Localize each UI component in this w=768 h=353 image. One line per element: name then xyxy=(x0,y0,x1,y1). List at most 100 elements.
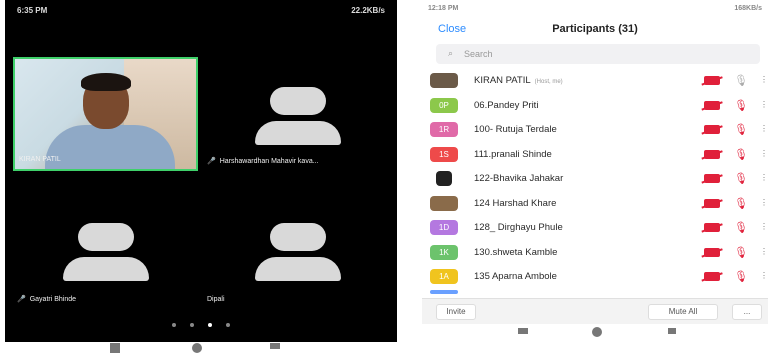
mic-muted-icon: 🎙 xyxy=(734,148,748,161)
more-icon[interactable]: ⋮ xyxy=(760,173,768,182)
back-icon[interactable] xyxy=(668,328,676,334)
participant-name: 135 Aparna Ambole xyxy=(474,271,557,282)
participant-avatar: 0P xyxy=(430,97,458,113)
android-nav-bar xyxy=(422,325,768,339)
status-bar: 6:35 PM 22.2KB/s xyxy=(5,0,397,20)
status-time: 12:18 PM xyxy=(428,5,459,12)
participant-row[interactable]: 1A 135 Aparna Ambole 🎙 ⋮ xyxy=(422,264,768,289)
more-icon[interactable]: ⋮ xyxy=(760,271,768,280)
participants-header: Participants (31) Close xyxy=(422,18,768,42)
participant-name: 130.shweta Kamble xyxy=(474,246,558,258)
home-icon[interactable] xyxy=(192,343,202,353)
participant-name: 128_ Dirghayu Phule xyxy=(474,222,563,233)
participant-avatar: 1A xyxy=(430,269,458,284)
search-input[interactable]: ⌕ Search xyxy=(436,44,760,64)
mute-all-button[interactable]: Mute All xyxy=(648,304,718,320)
page-dot-active[interactable] xyxy=(208,323,212,327)
participant-avatar: 1D xyxy=(430,220,458,235)
more-icon[interactable]: ⋮ xyxy=(760,198,768,207)
participant-row[interactable]: 1K 130.shweta Kamble 🎙 ⋮ xyxy=(422,240,768,265)
recents-icon[interactable] xyxy=(110,343,120,353)
page-indicator[interactable] xyxy=(5,314,397,332)
participant-row[interactable]: 1R 100- Rutuja Terdale 🎙 ⋮ xyxy=(422,117,768,142)
video-tile-harshawardhan[interactable]: 🎤 Harshawardhan Mahavir kava... xyxy=(203,57,393,171)
home-icon[interactable] xyxy=(592,327,602,337)
mic-muted-icon: 🎙 xyxy=(734,124,748,136)
participant-name: 122-Bhavika Jahakar xyxy=(474,173,564,184)
android-nav-bar xyxy=(110,343,310,353)
more-icon[interactable]: ⋮ xyxy=(760,100,768,109)
participants-screen: 12:18 PM 168KB/s Participants (31) Close… xyxy=(422,0,768,353)
more-icon[interactable]: ⋮ xyxy=(760,75,768,84)
participant-row[interactable]: 0P 06.Pandey Priti 🎙 ⋮ xyxy=(422,93,768,118)
mic-muted-icon: 🎙 xyxy=(734,271,748,283)
more-icon[interactable]: ⋮ xyxy=(760,149,768,158)
mic-muted-icon: 🎙 xyxy=(734,173,748,185)
page-dot[interactable] xyxy=(226,323,230,327)
search-placeholder: Search xyxy=(464,49,493,59)
participant-avatar xyxy=(430,73,458,88)
avatar-placeholder-icon xyxy=(13,223,198,283)
mic-icon: 🎙 xyxy=(734,75,748,87)
video-off-icon xyxy=(704,76,720,85)
page-dot[interactable] xyxy=(190,323,194,327)
participant-row[interactable]: 122-Bhavika Jahakar 🎙 ⋮ xyxy=(422,166,768,191)
mic-muted-icon: 🎙 xyxy=(734,246,748,259)
video-off-icon xyxy=(704,272,720,281)
more-icon[interactable]: ⋮ xyxy=(760,222,768,231)
participant-row[interactable]: 124 Harshad Khare 🎙 ⋮ xyxy=(422,191,768,216)
mic-muted-icon: 🎙 xyxy=(734,222,748,234)
meeting-gallery-screen: 6:35 PM 22.2KB/s KIRAN PATIL 🎤 Harshaward… xyxy=(5,0,397,342)
more-icon[interactable]: ⋮ xyxy=(760,247,768,256)
status-network: 22.2KB/s xyxy=(351,6,385,15)
participant-video xyxy=(15,59,196,169)
invite-button[interactable]: Invite xyxy=(436,304,476,320)
participants-toolbar: Invite Mute All ... xyxy=(422,298,768,324)
participant-row[interactable]: KIRAN PATIL (Host, me) 🎙 ⋮ xyxy=(422,68,768,93)
video-off-icon xyxy=(704,100,720,110)
participant-avatar xyxy=(430,195,458,211)
video-tile-gayatri[interactable]: 🎤 Gayatri Bhinde xyxy=(13,215,198,315)
participant-name: 06.Pandey Priti xyxy=(474,99,539,111)
video-tile-dipali[interactable]: Dipali xyxy=(203,215,393,315)
participant-name: KIRAN PATIL xyxy=(474,75,531,86)
participant-list: KIRAN PATIL (Host, me) 🎙 ⋮ 0P 06.Pandey P… xyxy=(422,68,768,289)
video-tile-kiran-patil[interactable]: KIRAN PATIL xyxy=(13,57,198,171)
video-off-icon xyxy=(704,247,720,257)
page-title: Participants (31) xyxy=(552,23,638,35)
back-icon[interactable] xyxy=(270,343,280,349)
status-time: 6:35 PM xyxy=(17,6,48,15)
recents-icon[interactable] xyxy=(518,328,528,334)
video-off-icon xyxy=(704,125,720,134)
close-button[interactable]: Close xyxy=(438,23,466,35)
tile-name-label: KIRAN PATIL xyxy=(19,156,61,163)
participant-avatar: 1S xyxy=(430,146,458,162)
avatar-placeholder-icon xyxy=(203,87,393,147)
tile-name-label: 🎤 Gayatri Bhinde xyxy=(17,296,77,303)
participant-name: 124 Harshad Khare xyxy=(474,197,557,209)
video-off-icon xyxy=(704,174,720,183)
mic-muted-icon: 🎙 xyxy=(734,99,748,112)
participant-avatar: 1K xyxy=(430,244,458,260)
participant-avatar-partial xyxy=(430,290,458,294)
participant-row[interactable]: 1S 111.pranali Shinde 🎙 ⋮ xyxy=(422,142,768,167)
more-options-button[interactable]: ... xyxy=(732,304,762,320)
more-icon[interactable]: ⋮ xyxy=(760,124,768,133)
participant-row[interactable]: 1D 128_ Dirghayu Phule 🎙 ⋮ xyxy=(422,215,768,240)
participant-name: 100- Rutuja Terdale xyxy=(474,124,557,135)
status-bar: 12:18 PM 168KB/s xyxy=(422,0,768,18)
mic-muted-icon: 🎙 xyxy=(734,197,748,210)
avatar-placeholder-icon xyxy=(203,223,393,283)
participant-name: 111.pranali Shinde xyxy=(474,148,552,160)
tile-name-label: Dipali xyxy=(207,296,225,303)
page-dot[interactable] xyxy=(172,323,176,327)
screenshot-canvas: 6:35 PM 22.2KB/s KIRAN PATIL 🎤 Harshaward… xyxy=(0,0,768,353)
video-off-icon xyxy=(704,198,720,208)
mic-muted-icon: 🎤 xyxy=(17,296,26,303)
participant-avatar xyxy=(436,171,452,186)
participant-avatar: 1R xyxy=(430,122,458,137)
participant-role: (Host, me) xyxy=(534,79,563,85)
tile-name-label: 🎤 Harshawardhan Mahavir kava... xyxy=(207,158,319,165)
mic-muted-icon: 🎤 xyxy=(207,158,216,165)
video-off-icon xyxy=(704,223,720,232)
